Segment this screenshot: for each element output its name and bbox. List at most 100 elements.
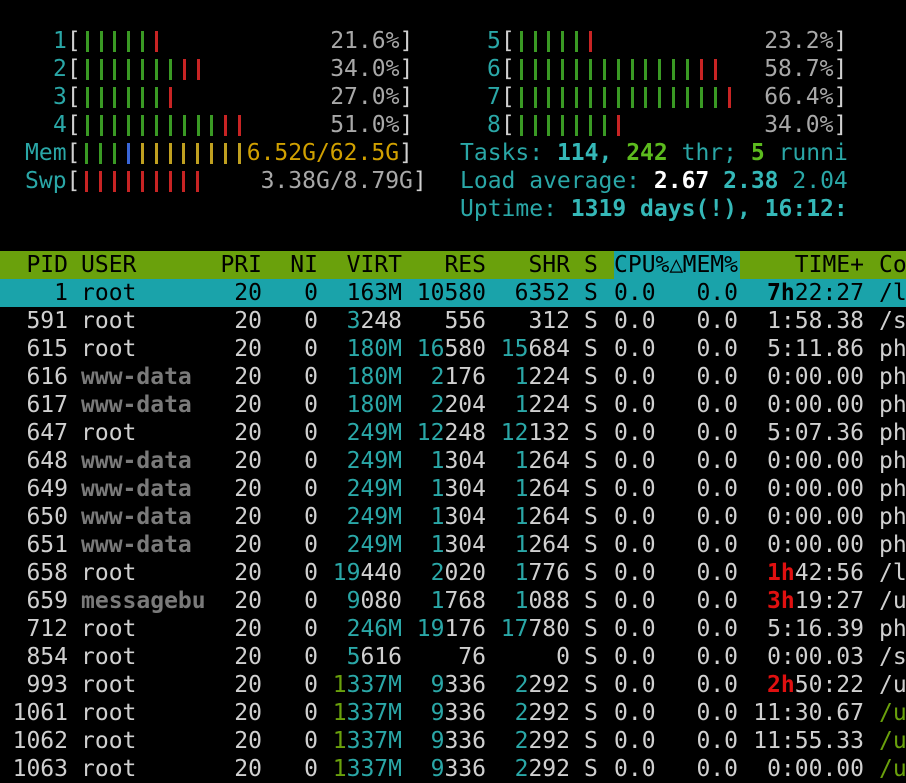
cell-part: 248 xyxy=(444,420,486,446)
cpu-label: 6 xyxy=(487,56,501,82)
cell-time: 0:00.00 xyxy=(767,448,864,474)
column-header-virt[interactable]: VIRT xyxy=(347,251,402,279)
cpu-percent: 66.4% xyxy=(764,84,834,110)
cell-part: 080 xyxy=(360,588,402,614)
bracket-open: [ xyxy=(500,84,515,110)
cell-user: root xyxy=(81,756,137,782)
column-header-cmd[interactable]: Co xyxy=(879,251,906,279)
cell-virt: 163M xyxy=(347,279,402,307)
meter-tick xyxy=(686,59,690,80)
column-header-s[interactable]: S xyxy=(584,251,598,279)
load-1min: 2.67 xyxy=(653,168,710,194)
column-header-res[interactable]: RES xyxy=(444,251,486,279)
cell-mem: 0.0 xyxy=(696,560,738,586)
cell-cmd: /l xyxy=(879,560,906,586)
meter-tick xyxy=(154,143,158,164)
process-row[interactable]: 617 www-data 20 0 180M 2204 1224 S 0.0 0.0 0:00.00… xyxy=(0,391,906,419)
column-header-user[interactable]: USER xyxy=(81,251,136,279)
cpu-usage-bar xyxy=(81,111,330,139)
cell-mem: 0.0 xyxy=(696,392,738,418)
meter-tick xyxy=(589,87,593,108)
bracket-open: [ xyxy=(66,168,81,194)
process-row[interactable]: 615 root 20 0 180M 16580 15684 S 0.0 0.0 5:11.86 ph xyxy=(0,335,906,363)
meter-tick xyxy=(589,31,593,52)
process-row[interactable]: 651 www-data 20 0 249M 1304 1264 S 0.0 0.0 0:00.00… xyxy=(0,531,906,559)
cell-virt: 9080 xyxy=(347,587,402,615)
process-row[interactable]: 1063 root 20 0 1337M 9336 2292 S 0.0 0.0 0:00.00/u xyxy=(0,755,906,783)
command-value: /u xyxy=(879,756,906,782)
process-row[interactable]: 1062 root 20 0 1337M 9336 2292 S 0.0 0.0 11:55.33/… xyxy=(0,727,906,755)
meter-tick xyxy=(99,171,103,192)
cell-part: 2h xyxy=(767,672,795,698)
cell-part: 180M xyxy=(346,392,402,418)
cell-virt: 3248 xyxy=(347,307,402,335)
cell-mem: 0.0 xyxy=(696,308,738,334)
process-table-header[interactable]: PID USER PRI NI VIRT RES SHR S CPU%△ MEM% TIME+ Co xyxy=(0,251,906,279)
cell-s: S xyxy=(584,560,598,586)
meter-tick xyxy=(713,59,717,80)
column-header-pid[interactable]: PID xyxy=(26,251,68,279)
process-row[interactable]: 650 www-data 20 0 249M 1304 1264 S 0.0 0.0 0:00.00… xyxy=(0,503,906,531)
cell-cmd: ph xyxy=(879,476,906,502)
process-row-selected[interactable]: 1 root 20 0 163M 10580 6352 S 0.0 0.0 7h22:27/l xyxy=(0,279,906,307)
cell-pri: 20 xyxy=(234,644,262,670)
bracket-close: ] xyxy=(833,84,848,110)
cell-time: 2h50:22 xyxy=(767,671,864,699)
bracket-open: [ xyxy=(500,56,515,82)
cell-res: 2204 xyxy=(431,391,486,419)
process-row[interactable]: 993 root 20 0 1337M 9336 2292 S 0.0 0.0 2h50:22/u xyxy=(0,671,906,699)
cpu-label: 2 xyxy=(53,56,67,82)
meter-tick xyxy=(561,31,565,52)
cell-pri: 20 xyxy=(234,476,262,502)
cpu-usage-bar xyxy=(81,27,330,55)
column-header-pri[interactable]: PRI xyxy=(220,251,262,279)
process-row[interactable]: 648 www-data 20 0 249M 1304 1264 S 0.0 0.0 0:00.00… xyxy=(0,447,906,475)
cell-ni: 0 xyxy=(304,672,318,698)
cpu-usage-bar xyxy=(515,83,764,111)
cell-user: www-data xyxy=(81,475,192,503)
cell-res: 1304 xyxy=(431,447,486,475)
user-value: www-data xyxy=(81,392,192,418)
cell-ni: 0 xyxy=(304,756,318,782)
column-header-ni[interactable]: NI xyxy=(290,251,318,279)
cell-user: root xyxy=(81,280,137,306)
process-row[interactable]: 649 www-data 20 0 249M 1304 1264 S 0.0 0.0 0:00.00… xyxy=(0,475,906,503)
process-row[interactable]: 854 root 20 0 5616 76 0 S 0.0 0.0 0:00.03/s xyxy=(0,643,906,671)
cell-part: 1 xyxy=(332,700,347,726)
process-row[interactable]: 647 root 20 0 249M 12248 12132 S 0.0 0.0 5:07.36 ph xyxy=(0,419,906,447)
cell-user: www-data xyxy=(81,447,192,475)
process-row[interactable]: 1061 root 20 0 1337M 9336 2292 S 0.0 0.0 11:30.67/… xyxy=(0,699,906,727)
column-header-time[interactable]: TIME+ xyxy=(795,251,864,279)
cell-virt: 249M xyxy=(347,419,402,447)
meter-tick xyxy=(575,59,579,80)
cell-pid: 648 xyxy=(26,448,68,474)
cpu-usage-bar xyxy=(81,83,330,111)
meter-tick xyxy=(547,87,551,108)
column-header-mem[interactable]: MEM% xyxy=(683,251,738,279)
cell-res: 1304 xyxy=(431,531,486,559)
cell-virt: 1337M xyxy=(333,727,402,755)
meter-tick xyxy=(168,143,172,164)
bracket-close: ] xyxy=(833,56,848,82)
uptime-label: Uptime: xyxy=(460,196,557,222)
cell-part: 2 xyxy=(430,364,445,390)
process-row[interactable]: 712 root 20 0 246M 19176 17780 S 0.0 0.0 5:16.39 ph xyxy=(0,615,906,643)
process-row[interactable]: 616 www-data 20 0 180M 2176 1224 S 0.0 0.0 0:00.00… xyxy=(0,363,906,391)
cell-s: S xyxy=(584,420,598,446)
column-header-cpu[interactable]: CPU%△ xyxy=(614,251,683,279)
bracket-open: [ xyxy=(66,140,81,166)
cell-user: root xyxy=(81,308,137,334)
process-row[interactable]: 591 root 20 0 3248 556 312 S 0.0 0.0 1:58.38/s xyxy=(0,307,906,335)
process-row[interactable]: 658 root 20 0 19440 2020 1776 S 0.0 0.0 1h42:56/l xyxy=(0,559,906,587)
cell-virt: 1337M xyxy=(333,755,402,783)
cell-s: S xyxy=(584,336,598,362)
cell-part: 15 xyxy=(500,336,529,362)
cell-pid: 647 xyxy=(26,420,68,446)
cell-cmd: ph xyxy=(879,336,906,362)
cell-time: 11:55.33 xyxy=(753,728,864,754)
cell-part: 336 xyxy=(444,672,486,698)
meter-tick xyxy=(589,115,593,136)
cell-pid: 712 xyxy=(26,616,68,642)
process-row[interactable]: 659 messagebu 20 0 9080 1768 1088 S 0.0 0.0 3h19:2… xyxy=(0,587,906,615)
column-header-shr[interactable]: SHR xyxy=(528,251,570,279)
